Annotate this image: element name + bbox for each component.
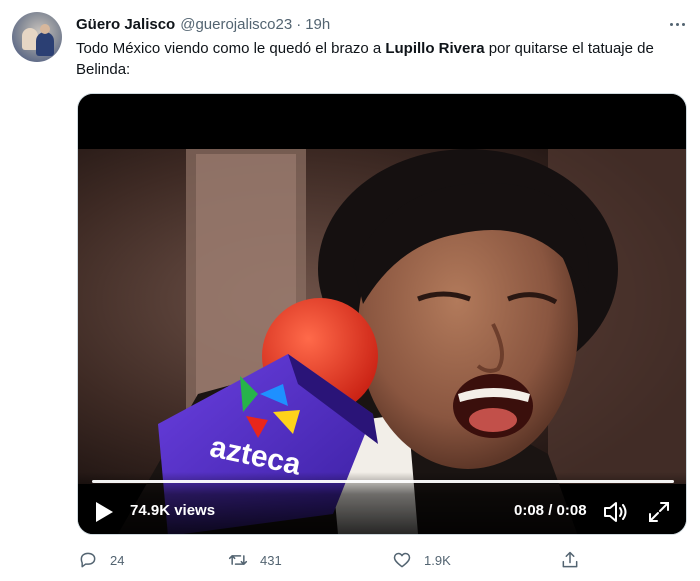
more-dot-icon bbox=[675, 22, 679, 26]
video-player[interactable]: azteca 74.9K views 0:08 / 0:08 bbox=[77, 93, 687, 535]
tweet-card[interactable]: Güero Jalisco @guerojalisco23 · 19h Todo… bbox=[0, 0, 700, 581]
tweet-header: Güero Jalisco @guerojalisco23 · 19h bbox=[76, 14, 330, 34]
reply-button[interactable]: 24 bbox=[78, 546, 124, 574]
like-button[interactable]: 1.9K bbox=[392, 546, 451, 574]
tweet-timestamp[interactable]: 19h bbox=[305, 16, 330, 33]
view-count: 74.9K views bbox=[130, 502, 216, 519]
header-separator: · bbox=[296, 15, 302, 33]
like-icon bbox=[393, 552, 411, 568]
video-timecode: 0:08 / 0:08 bbox=[514, 502, 587, 519]
more-dot-icon bbox=[681, 22, 685, 26]
volume-icon[interactable] bbox=[602, 499, 630, 525]
reply-icon bbox=[80, 552, 96, 568]
play-icon[interactable] bbox=[92, 499, 116, 525]
avatar[interactable] bbox=[12, 12, 62, 62]
video-frame: azteca bbox=[78, 94, 686, 534]
reply-count: 24 bbox=[110, 552, 125, 568]
retweet-icon bbox=[228, 555, 248, 565]
share-button[interactable] bbox=[560, 546, 592, 574]
more-dot-icon bbox=[669, 22, 673, 26]
tweet-text-part1: Todo México viendo como le quedó el braz… bbox=[76, 40, 386, 57]
tweet-actions: 24 431 1.9K bbox=[76, 546, 676, 574]
tweet-text-bold: Lupillo Rivera bbox=[385, 40, 485, 57]
author-display-name[interactable]: Güero Jalisco bbox=[76, 16, 175, 33]
fullscreen-icon[interactable] bbox=[646, 499, 672, 525]
author-handle[interactable]: @guerojalisco23 bbox=[180, 16, 292, 33]
like-count: 1.9K bbox=[424, 552, 451, 568]
more-options-button[interactable] bbox=[664, 12, 690, 36]
retweet-count: 431 bbox=[260, 552, 282, 568]
share-icon bbox=[562, 551, 578, 568]
tweet-text: Todo México viendo como le quedó el braz… bbox=[76, 38, 676, 80]
retweet-button[interactable]: 431 bbox=[228, 546, 282, 574]
video-progress-bar[interactable] bbox=[92, 480, 674, 483]
